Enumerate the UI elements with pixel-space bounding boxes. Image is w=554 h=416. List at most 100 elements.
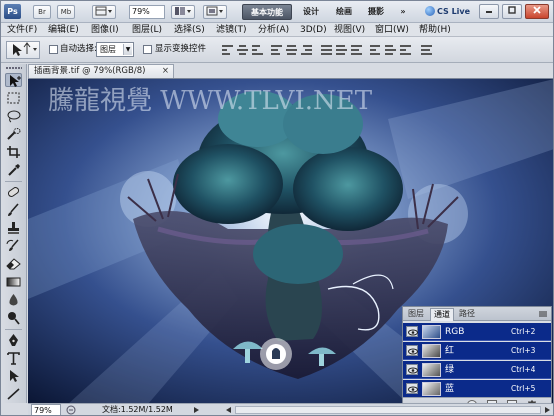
workspace-painting[interactable]: 绘画 bbox=[331, 4, 357, 20]
quick-selection-tool[interactable] bbox=[5, 127, 22, 141]
eraser-tool[interactable] bbox=[5, 257, 22, 271]
close-tab-icon[interactable]: × bbox=[162, 65, 169, 78]
path-selection-tool[interactable] bbox=[5, 369, 22, 383]
tab-channels[interactable]: 通道 bbox=[430, 308, 454, 321]
scroll-right-icon[interactable] bbox=[543, 406, 552, 414]
auto-align-layers-icon[interactable] bbox=[421, 45, 432, 55]
close-window-button[interactable] bbox=[525, 4, 549, 19]
align-bottom-icon[interactable] bbox=[252, 45, 263, 55]
pen-icon bbox=[9, 334, 18, 346]
cs-live-button[interactable]: CS Live bbox=[425, 5, 475, 19]
visibility-eye-icon[interactable] bbox=[406, 383, 418, 394]
screen-mode-icon bbox=[206, 6, 223, 16]
cs-live-icon bbox=[425, 6, 435, 16]
tab-layers[interactable]: 图层 bbox=[405, 308, 427, 321]
bandage-icon bbox=[7, 187, 20, 197]
menu-edit[interactable]: 编辑(E) bbox=[48, 24, 79, 36]
menu-window[interactable]: 窗口(W) bbox=[375, 24, 409, 36]
restore-button[interactable] bbox=[502, 4, 522, 19]
distribute-vcenter-icon[interactable] bbox=[336, 45, 347, 55]
distribute-bottom-icon[interactable] bbox=[351, 45, 362, 55]
channel-row-green[interactable]: 绿 Ctrl+4 bbox=[403, 361, 551, 379]
dodge-tool[interactable] bbox=[5, 311, 22, 325]
quick-selection-icon bbox=[7, 128, 21, 140]
align-hcenter-icon[interactable] bbox=[286, 45, 297, 55]
status-zoom-field[interactable]: 79% bbox=[31, 404, 61, 415]
menu-layer[interactable]: 图层(L) bbox=[132, 24, 162, 36]
workspace-overflow-button[interactable]: » bbox=[396, 4, 410, 20]
menu-file[interactable]: 文件(F) bbox=[7, 24, 37, 36]
auto-select-checkbox[interactable] bbox=[49, 45, 58, 54]
distribute-top-icon[interactable] bbox=[321, 45, 332, 55]
distribute-hcenter-icon[interactable] bbox=[385, 45, 396, 55]
clone-stamp-tool[interactable] bbox=[5, 221, 22, 235]
status-info-icon[interactable] bbox=[66, 405, 76, 415]
scroll-left-icon[interactable] bbox=[224, 406, 233, 414]
menu-3d[interactable]: 3D(D) bbox=[300, 24, 327, 36]
gradient-icon bbox=[6, 277, 21, 287]
history-brush-tool[interactable] bbox=[5, 239, 22, 253]
dodge-icon bbox=[8, 312, 20, 325]
brush-tool[interactable] bbox=[5, 203, 22, 217]
document-tab[interactable]: 插画背景.tif @ 79%(RGB/8) × bbox=[28, 64, 174, 78]
visibility-eye-icon[interactable] bbox=[406, 326, 418, 337]
distribute-left-icon[interactable] bbox=[370, 45, 381, 55]
auto-select-dropdown[interactable]: 图层 ▼ bbox=[96, 42, 134, 57]
menu-select[interactable]: 选择(S) bbox=[174, 24, 205, 36]
menu-image[interactable]: 图像(I) bbox=[91, 24, 119, 36]
line-shape-icon bbox=[7, 388, 20, 400]
workspace-photography[interactable]: 摄影 bbox=[363, 4, 389, 20]
horizontal-scrollbar[interactable] bbox=[235, 406, 541, 414]
menu-view[interactable]: 视图(V) bbox=[334, 24, 365, 36]
show-transform-label: 显示变换控件 bbox=[155, 44, 207, 54]
workspace-design[interactable]: 设计 bbox=[298, 4, 324, 20]
tab-paths[interactable]: 路径 bbox=[456, 308, 478, 321]
menu-analysis[interactable]: 分析(A) bbox=[258, 24, 289, 36]
distribute-right-icon[interactable] bbox=[400, 45, 411, 55]
gradient-tool[interactable] bbox=[5, 275, 22, 289]
minimize-button[interactable] bbox=[479, 4, 499, 19]
marquee-tool[interactable] bbox=[5, 91, 22, 105]
channel-row-blue[interactable]: 蓝 Ctrl+5 bbox=[403, 380, 551, 398]
show-transform-checkbox[interactable] bbox=[143, 45, 152, 54]
screen-mode-button[interactable] bbox=[203, 5, 227, 19]
align-vcenter-icon[interactable] bbox=[237, 45, 248, 55]
crop-tool[interactable] bbox=[5, 145, 22, 159]
mini-bridge-button[interactable]: Mb bbox=[57, 5, 75, 19]
eyedropper-tool[interactable] bbox=[5, 163, 22, 177]
pen-tool[interactable] bbox=[5, 333, 22, 347]
align-right-icon[interactable] bbox=[301, 45, 312, 55]
healing-brush-tool[interactable] bbox=[5, 185, 22, 199]
channel-row-rgb[interactable]: RGB Ctrl+2 bbox=[403, 323, 551, 341]
workspace-essentials[interactable]: 基本功能 bbox=[242, 4, 292, 20]
bridge-button[interactable]: Br bbox=[33, 5, 51, 19]
status-bar: 79% 文档:1.52M/1.52M bbox=[28, 403, 553, 415]
channel-thumbnail bbox=[422, 325, 441, 339]
view-extras-button[interactable] bbox=[92, 5, 116, 19]
blur-tool[interactable] bbox=[5, 293, 22, 307]
shape-tool[interactable] bbox=[5, 387, 22, 401]
tool-preset-picker[interactable] bbox=[6, 41, 40, 59]
status-menu-arrow-icon[interactable] bbox=[192, 406, 201, 414]
toolbox-collapse-icon[interactable] bbox=[4, 66, 24, 71]
channel-thumbnail bbox=[422, 382, 441, 396]
align-top-icon[interactable] bbox=[222, 45, 233, 55]
type-tool[interactable] bbox=[5, 351, 22, 365]
move-tool[interactable] bbox=[5, 73, 22, 87]
panel-menu-icon[interactable] bbox=[538, 309, 548, 319]
toolbox bbox=[1, 64, 27, 403]
history-brush-icon bbox=[6, 239, 19, 251]
lasso-tool[interactable] bbox=[5, 109, 22, 123]
channel-thumbnail bbox=[422, 363, 441, 377]
zoom-level-select[interactable]: 79% bbox=[129, 5, 165, 19]
visibility-eye-icon[interactable] bbox=[406, 345, 418, 356]
align-left-icon[interactable] bbox=[271, 45, 282, 55]
menu-filter[interactable]: 滤镜(T) bbox=[216, 24, 247, 36]
arrange-documents-button[interactable] bbox=[171, 5, 195, 19]
menu-help[interactable]: 帮助(H) bbox=[419, 24, 451, 36]
toolbox-divider bbox=[5, 329, 22, 330]
visibility-eye-icon[interactable] bbox=[406, 364, 418, 375]
channel-row-red[interactable]: 红 Ctrl+3 bbox=[403, 342, 551, 360]
crop-icon bbox=[7, 146, 20, 158]
photoshop-window: Ps Br Mb 79% 基本功能 设计 绘画 摄影 » CS Live 文件(… bbox=[0, 0, 554, 416]
